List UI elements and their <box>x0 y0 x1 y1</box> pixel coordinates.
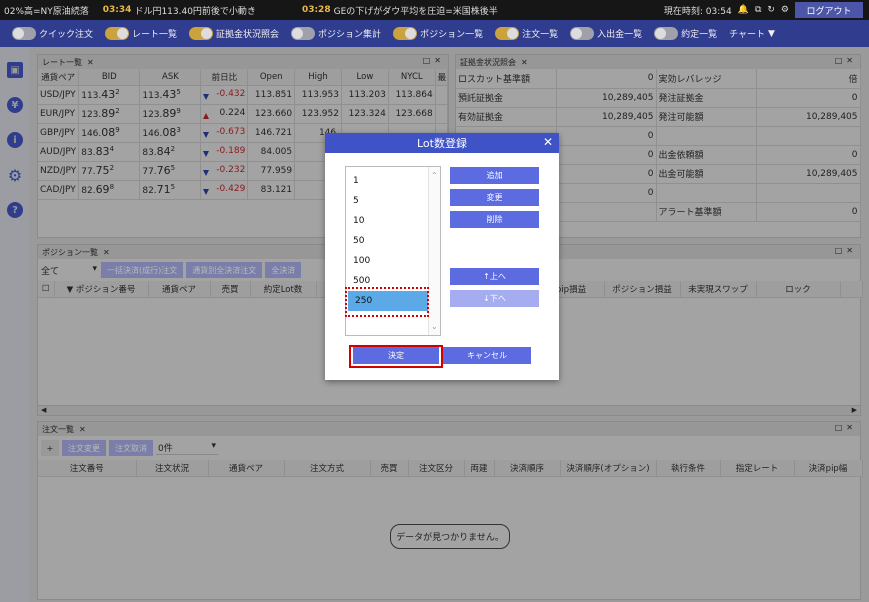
lot-item[interactable]: 50 <box>346 231 440 251</box>
chevron-up-icon[interactable]: ⌃ <box>431 171 438 180</box>
lot-item[interactable]: 1 <box>346 171 440 191</box>
delete-button[interactable]: 削除 <box>450 211 539 228</box>
chevron-down-icon[interactable]: ⌄ <box>431 322 438 331</box>
move-down-button[interactable]: ↓下へ <box>450 290 539 307</box>
empty-message: データが見つかりません。 <box>390 524 510 549</box>
dialog-header: Lot数登録 ✕ <box>325 133 559 153</box>
dialog-title: Lot数登録 <box>417 137 467 150</box>
lot-item[interactable]: 10 <box>346 211 440 231</box>
close-icon[interactable]: ✕ <box>543 135 553 149</box>
lot-item[interactable]: 5 <box>346 191 440 211</box>
add-button[interactable]: 追加 <box>450 167 539 184</box>
ok-button-highlight <box>349 345 443 368</box>
lot-registration-dialog: Lot数登録 ✕ 1 5 10 50 100 500 250 ⌃ ⌄ 追加 変更 削除 ↑上… <box>325 133 559 380</box>
cancel-button[interactable]: キャンセル <box>443 347 531 364</box>
change-button[interactable]: 変更 <box>450 189 539 206</box>
selected-lot-highlight <box>345 287 429 317</box>
move-up-button[interactable]: ↑上へ <box>450 268 539 285</box>
list-scrollbar[interactable]: ⌃ ⌄ <box>428 167 440 335</box>
lot-item[interactable]: 100 <box>346 251 440 271</box>
